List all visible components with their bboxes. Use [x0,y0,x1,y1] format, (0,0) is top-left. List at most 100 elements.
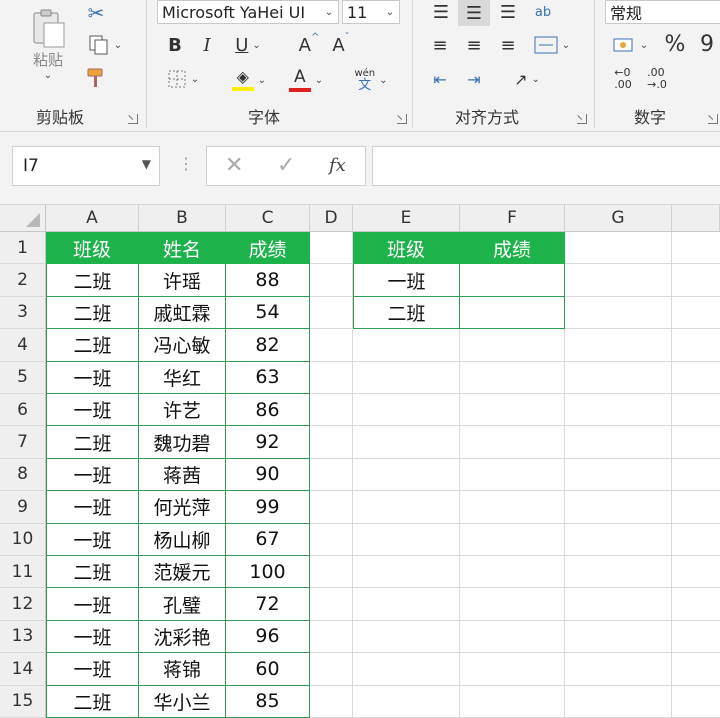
table-cell[interactable]: 一班 [46,523,139,556]
table-cell[interactable]: 范媛元 [139,556,226,589]
row-header-12[interactable]: 12 [0,588,46,621]
increase-decimal-button[interactable]: ←0 .00 [608,64,638,94]
table-cell[interactable] [460,264,565,297]
phonetic-button[interactable]: wén 文 ⌄ [346,66,396,94]
table-cell[interactable]: 一班 [353,264,460,297]
column-header-D[interactable]: D [310,205,353,232]
row-header-7[interactable]: 7 [0,426,46,459]
chevron-down-icon[interactable]: ⌄ [320,1,338,23]
table-cell[interactable]: 许艺 [139,394,226,427]
table-cell[interactable]: 一班 [46,394,139,427]
wrap-text-button[interactable]: ab [528,0,558,24]
table-cell[interactable]: 二班 [46,264,139,297]
table-cell[interactable] [460,296,565,330]
row-header-1[interactable]: 1 [0,232,46,265]
table-cell[interactable]: 二班 [46,296,139,330]
row-header-11[interactable]: 11 [0,556,46,589]
table-cell[interactable]: 沈彩艳 [139,620,226,654]
row-header-13[interactable]: 13 [0,620,46,654]
copy-button[interactable]: ⌄ [82,32,128,58]
column-header-C[interactable]: C [226,205,310,232]
table-cell[interactable]: 二班 [46,685,139,718]
table-cell[interactable]: 90 [226,458,310,492]
table-cell[interactable]: 一班 [46,588,139,621]
table-header-cell[interactable]: 姓名 [139,232,226,265]
row-header-5[interactable]: 5 [0,361,46,394]
insert-function-icon[interactable]: fx [329,155,346,176]
table-header-cell[interactable]: 成绩 [460,232,565,265]
table-cell[interactable]: 100 [226,556,310,589]
align-left-button[interactable]: ≡ [426,32,454,58]
row-header-6[interactable]: 6 [0,394,46,427]
row-header-3[interactable]: 3 [0,296,46,330]
name-box[interactable]: I7 ▼ [12,146,160,186]
column-header-F[interactable]: F [460,205,565,232]
cut-button[interactable]: ✂ [82,0,110,26]
fill-color-button[interactable]: ◈ ⌄ [226,66,272,94]
table-cell[interactable]: 许瑶 [139,264,226,297]
decrease-decimal-button[interactable]: .00 →.0 [642,64,672,94]
underline-button[interactable]: U ⌄ [226,32,270,58]
table-cell[interactable]: 92 [226,426,310,459]
table-cell[interactable]: 63 [226,361,310,394]
table-cell[interactable]: 蒋锦 [139,653,226,686]
column-header-B[interactable]: B [139,205,226,232]
table-cell[interactable]: 孔璧 [139,588,226,621]
shrink-font-button[interactable]: Aˇ [328,32,354,58]
bold-button[interactable]: B [162,32,188,58]
table-cell[interactable]: 85 [226,685,310,718]
align-center-button[interactable]: ≡ [460,32,488,58]
comma-style-button[interactable]: 9 [694,30,720,58]
table-cell[interactable]: 一班 [46,458,139,492]
table-cell[interactable]: 一班 [46,361,139,394]
table-cell[interactable]: 魏功碧 [139,426,226,459]
percent-button[interactable]: % [660,30,690,58]
table-cell[interactable]: 99 [226,491,310,524]
dialog-launcher-icon[interactable] [577,114,587,124]
merge-center-button[interactable]: ⌄ [528,32,576,58]
table-cell[interactable]: 一班 [46,653,139,686]
table-header-cell[interactable]: 成绩 [226,232,310,265]
column-header-A[interactable]: A [46,205,139,232]
table-header-cell[interactable]: 班级 [46,232,139,265]
table-cell[interactable]: 二班 [46,556,139,589]
row-header-8[interactable]: 8 [0,458,46,492]
table-cell[interactable]: 60 [226,653,310,686]
grow-font-button[interactable]: A ^ [296,32,322,58]
table-cell[interactable]: 蒋茜 [139,458,226,492]
column-header-G[interactable]: G [565,205,672,232]
table-cell[interactable]: 二班 [46,426,139,459]
table-cell[interactable]: 华小兰 [139,685,226,718]
dialog-launcher-icon[interactable] [397,114,407,124]
select-all-corner[interactable] [0,205,46,232]
table-cell[interactable]: 88 [226,264,310,297]
table-cell[interactable]: 67 [226,523,310,556]
table-cell[interactable]: 72 [226,588,310,621]
align-top-button[interactable]: ☰ [426,0,454,24]
decrease-indent-button[interactable]: ⇤ [426,66,454,92]
font-color-button[interactable]: A ⌄ [282,66,330,94]
column-header-E[interactable]: E [353,205,460,232]
row-header-15[interactable]: 15 [0,685,46,718]
font-size-combo[interactable]: 11 ⌄ [342,0,400,24]
dialog-launcher-icon[interactable] [708,114,718,124]
row-header-2[interactable]: 2 [0,264,46,297]
row-header-9[interactable]: 9 [0,491,46,524]
table-cell[interactable]: 54 [226,296,310,330]
number-format-combo[interactable]: 常规 [605,0,720,24]
table-cell[interactable]: 二班 [353,296,460,330]
align-right-button[interactable]: ≡ [494,32,522,58]
table-cell[interactable]: 杨山柳 [139,523,226,556]
table-cell[interactable]: 冯心敏 [139,329,226,362]
table-cell[interactable]: 96 [226,620,310,654]
paste-button[interactable]: 粘贴 ⌄ [22,2,74,88]
table-cell[interactable]: 华红 [139,361,226,394]
orientation-button[interactable]: ↗ ⌄ [504,66,550,92]
row-header-10[interactable]: 10 [0,523,46,556]
borders-button[interactable]: ⌄ [160,66,206,92]
accounting-format-button[interactable]: ⌄ [606,32,654,58]
enter-icon[interactable]: ✓ [277,153,295,178]
table-cell[interactable]: 戚虹霖 [139,296,226,330]
table-cell[interactable]: 82 [226,329,310,362]
table-cell[interactable]: 二班 [46,329,139,362]
